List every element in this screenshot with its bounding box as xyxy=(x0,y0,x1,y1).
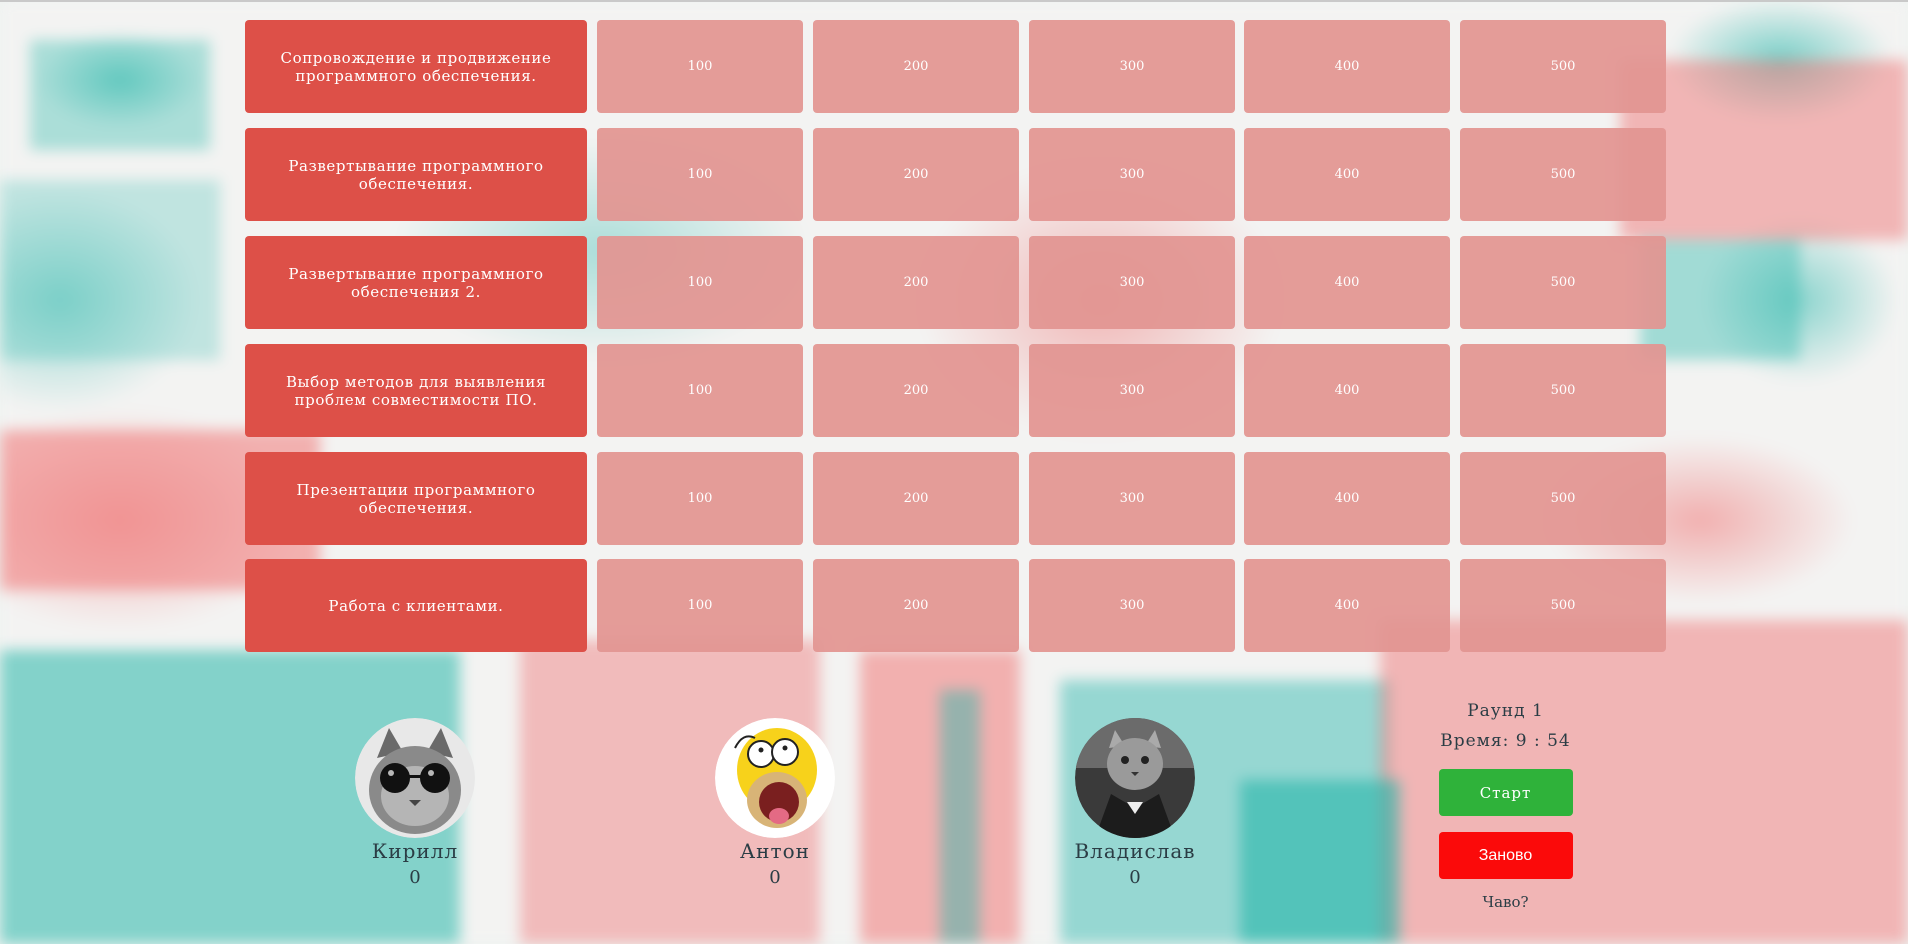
player-avatar xyxy=(715,718,835,838)
question-cell[interactable]: 100 xyxy=(597,344,803,437)
question-cell[interactable]: 100 xyxy=(597,452,803,545)
player-card: Антон 0 xyxy=(685,718,865,892)
category-tile: Развертывание программного обеспечения 2… xyxy=(245,236,587,329)
category-tile: Выбор методов для выявления проблем совм… xyxy=(245,344,587,437)
category-tile: Развертывание программного обеспечения. xyxy=(245,128,587,221)
player-score: 0 xyxy=(409,867,421,888)
question-cell[interactable]: 200 xyxy=(813,128,1019,221)
question-cell[interactable]: 500 xyxy=(1460,128,1666,221)
player-avatar xyxy=(1075,718,1195,838)
question-cell[interactable]: 300 xyxy=(1029,344,1235,437)
question-cell[interactable]: 500 xyxy=(1460,344,1666,437)
question-cell[interactable]: 500 xyxy=(1460,452,1666,545)
player-score: 0 xyxy=(769,867,781,888)
question-cell[interactable]: 500 xyxy=(1460,20,1666,113)
question-cell[interactable]: 100 xyxy=(597,559,803,652)
question-cell[interactable]: 500 xyxy=(1460,236,1666,329)
question-cell[interactable]: 500 xyxy=(1460,559,1666,652)
cat-sunglasses-icon xyxy=(355,718,475,838)
question-cell[interactable]: 200 xyxy=(813,20,1019,113)
player-name: Кирилл xyxy=(371,839,459,863)
question-cell[interactable]: 100 xyxy=(597,128,803,221)
question-cell[interactable]: 300 xyxy=(1029,452,1235,545)
start-button[interactable]: Старт xyxy=(1438,769,1573,816)
question-cell[interactable]: 100 xyxy=(597,236,803,329)
player-card: Владислав 0 xyxy=(1045,718,1225,892)
category-tile: Презентации программного обеспечения. xyxy=(245,452,587,545)
question-cell[interactable]: 400 xyxy=(1244,20,1450,113)
help-link[interactable]: Чаво? xyxy=(1423,893,1588,911)
question-cell[interactable]: 400 xyxy=(1244,236,1450,329)
question-cell[interactable]: 400 xyxy=(1244,344,1450,437)
question-cell[interactable]: 200 xyxy=(813,344,1019,437)
timer-label: Время: 9 : 54 xyxy=(1440,731,1571,751)
question-cell[interactable]: 200 xyxy=(813,452,1019,545)
reset-button[interactable]: Заново xyxy=(1438,832,1573,879)
game-controls: Раунд 1 Время: 9 : 54 Старт Заново Чаво? xyxy=(1423,696,1588,911)
question-cell[interactable]: 300 xyxy=(1029,20,1235,113)
question-cell[interactable]: 400 xyxy=(1244,452,1450,545)
player-card: Кирилл 0 xyxy=(325,718,505,892)
player-name: Владислав xyxy=(1074,839,1196,863)
question-cell[interactable]: 100 xyxy=(597,20,803,113)
question-cell[interactable]: 400 xyxy=(1244,128,1450,221)
question-cell[interactable]: 300 xyxy=(1029,236,1235,329)
player-name: Антон xyxy=(740,839,810,863)
category-tile: Работа с клиентами. xyxy=(245,559,587,652)
question-cell[interactable]: 300 xyxy=(1029,128,1235,221)
player-avatar xyxy=(355,718,475,838)
question-cell[interactable]: 200 xyxy=(813,559,1019,652)
question-cell[interactable]: 200 xyxy=(813,236,1019,329)
homer-simpson-icon xyxy=(715,718,835,838)
cat-in-suit-icon xyxy=(1075,718,1195,838)
player-score: 0 xyxy=(1129,867,1141,888)
round-label: Раунд 1 xyxy=(1467,701,1544,721)
question-cell[interactable]: 400 xyxy=(1244,559,1450,652)
category-tile: Сопровождение и продвижение программного… xyxy=(245,20,587,113)
top-border xyxy=(0,0,1908,2)
question-cell[interactable]: 300 xyxy=(1029,559,1235,652)
